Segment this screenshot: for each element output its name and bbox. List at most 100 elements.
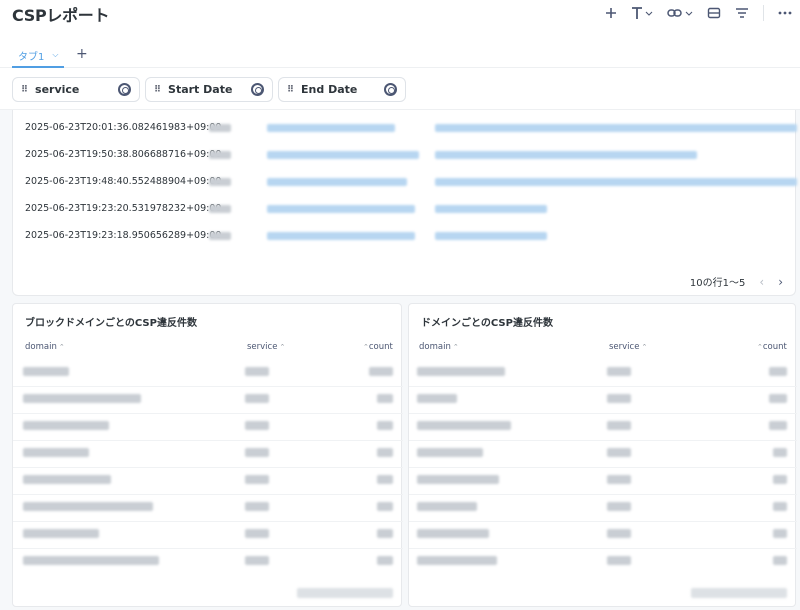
- link-icon[interactable]: [667, 3, 693, 23]
- text-icon[interactable]: [631, 3, 653, 23]
- column-header-service[interactable]: service ⌃: [609, 342, 647, 352]
- filter-label: End Date: [301, 83, 358, 96]
- redacted-pagination: [691, 588, 787, 598]
- filter-icon[interactable]: [735, 3, 749, 23]
- redacted-link[interactable]: [267, 124, 395, 132]
- chevron-down-icon[interactable]: ⌵: [52, 50, 58, 60]
- row-divider: [409, 413, 797, 414]
- redacted-domain: [23, 448, 89, 457]
- redacted-domain: [417, 502, 477, 511]
- timestamp-cell: 2025-06-23T19:48:40.552488904+09:00: [25, 176, 222, 187]
- redacted-domain: [417, 448, 483, 457]
- redacted-service: [245, 448, 269, 457]
- gear-icon[interactable]: [384, 83, 397, 96]
- row-divider: [409, 440, 797, 441]
- timestamp-cell: 2025-06-23T19:23:18.950656289+09:00: [25, 230, 222, 241]
- drag-handle-icon[interactable]: ⠿: [287, 85, 294, 95]
- redacted-domain: [417, 421, 511, 430]
- column-header-service[interactable]: service ⌃: [247, 342, 285, 352]
- pagination-label: 10の行1〜5: [689, 278, 746, 289]
- table-row[interactable]: 2025-06-23T19:23:20.531978232+09:00: [13, 195, 797, 222]
- redacted-service: [245, 421, 269, 430]
- redacted-service: [607, 367, 631, 376]
- csp-report-table-card: 2025-06-23T20:01:36.082461983+09:00 2025…: [12, 110, 797, 296]
- row-divider: [409, 521, 797, 522]
- redacted-domain: [417, 394, 457, 403]
- redacted-link[interactable]: [435, 124, 797, 132]
- drag-handle-icon[interactable]: ⠿: [154, 85, 161, 95]
- redacted-domain: [23, 475, 111, 484]
- redacted-link[interactable]: [267, 232, 415, 240]
- row-divider: [13, 413, 403, 414]
- column-header-domain[interactable]: domain ⌃: [25, 342, 65, 352]
- redacted-service: [607, 448, 631, 457]
- redacted-service: [245, 529, 269, 538]
- row-divider: [409, 467, 797, 468]
- filter-service[interactable]: ⠿ service: [12, 77, 140, 102]
- filter-end-date[interactable]: ⠿ End Date: [278, 77, 406, 102]
- redacted-count: [769, 394, 787, 403]
- row-divider: [13, 467, 403, 468]
- redacted-service: [245, 502, 269, 511]
- drag-handle-icon[interactable]: ⠿: [21, 85, 28, 95]
- dashboard-toolbar: [591, 3, 792, 23]
- redacted-service: [607, 502, 631, 511]
- redacted-service: [245, 556, 269, 565]
- row-divider: [13, 521, 403, 522]
- card-icon[interactable]: [707, 3, 721, 23]
- redacted-link[interactable]: [267, 151, 419, 159]
- table-row[interactable]: 2025-06-23T19:23:18.950656289+09:00: [13, 222, 797, 249]
- redacted-cell: [209, 124, 231, 132]
- plus-icon[interactable]: [605, 3, 617, 23]
- redacted-cell: [209, 151, 231, 159]
- redacted-link[interactable]: [267, 205, 415, 213]
- add-tab-button[interactable]: +: [76, 46, 88, 62]
- table-row[interactable]: 2025-06-23T20:01:36.082461983+09:00: [13, 114, 797, 141]
- filter-start-date[interactable]: ⠿ Start Date: [145, 77, 273, 102]
- row-divider: [13, 548, 403, 549]
- table-row[interactable]: 2025-06-23T19:48:40.552488904+09:00: [13, 168, 797, 195]
- prev-page-icon[interactable]: ‹: [759, 275, 764, 289]
- column-header-domain[interactable]: domain ⌃: [419, 342, 459, 352]
- tab-1[interactable]: タブ1 ⌵: [12, 44, 65, 68]
- redacted-link[interactable]: [435, 232, 547, 240]
- row-divider: [13, 440, 403, 441]
- redacted-service: [245, 394, 269, 403]
- table-row[interactable]: 2025-06-23T19:50:38.806688716+09:00: [13, 141, 797, 168]
- blocked-domain-csp-card: ブロックドメインごとのCSP違反件数 domain ⌃ service ⌃ ⌃cou…: [12, 303, 403, 607]
- redacted-domain: [417, 367, 505, 376]
- tab-label: タブ1: [18, 51, 45, 63]
- redacted-domain: [23, 394, 141, 403]
- redacted-count: [377, 421, 393, 430]
- redacted-domain: [23, 367, 69, 376]
- row-divider: [13, 494, 403, 495]
- redacted-service: [607, 475, 631, 484]
- gear-icon[interactable]: [251, 83, 264, 96]
- redacted-service: [607, 556, 631, 565]
- column-header-count[interactable]: ⌃count: [755, 342, 787, 352]
- card-title[interactable]: ドメインごとのCSP違反件数: [421, 314, 553, 329]
- redacted-domain: [23, 421, 109, 430]
- redacted-link[interactable]: [435, 151, 697, 159]
- redacted-pagination: [297, 588, 393, 598]
- redacted-link[interactable]: [435, 205, 547, 213]
- redacted-service: [607, 394, 631, 403]
- redacted-link[interactable]: [435, 178, 797, 186]
- next-page-icon[interactable]: ›: [778, 275, 783, 289]
- pagination: 10の行1〜5 ‹ ›: [689, 274, 783, 290]
- row-divider: [13, 386, 403, 387]
- timestamp-cell: 2025-06-23T20:01:36.082461983+09:00: [25, 122, 222, 133]
- redacted-cell: [209, 178, 231, 186]
- redacted-service: [607, 421, 631, 430]
- redacted-link[interactable]: [267, 178, 407, 186]
- more-icon[interactable]: [778, 3, 792, 23]
- column-header-count[interactable]: ⌃count: [361, 342, 393, 352]
- redacted-domain: [23, 502, 153, 511]
- gear-icon[interactable]: [118, 83, 131, 96]
- redacted-count: [769, 421, 787, 430]
- card-title[interactable]: ブロックドメインごとのCSP違反件数: [25, 314, 197, 329]
- redacted-count: [377, 502, 393, 511]
- redacted-service: [245, 367, 269, 376]
- redacted-domain: [417, 475, 499, 484]
- redacted-count: [769, 367, 787, 376]
